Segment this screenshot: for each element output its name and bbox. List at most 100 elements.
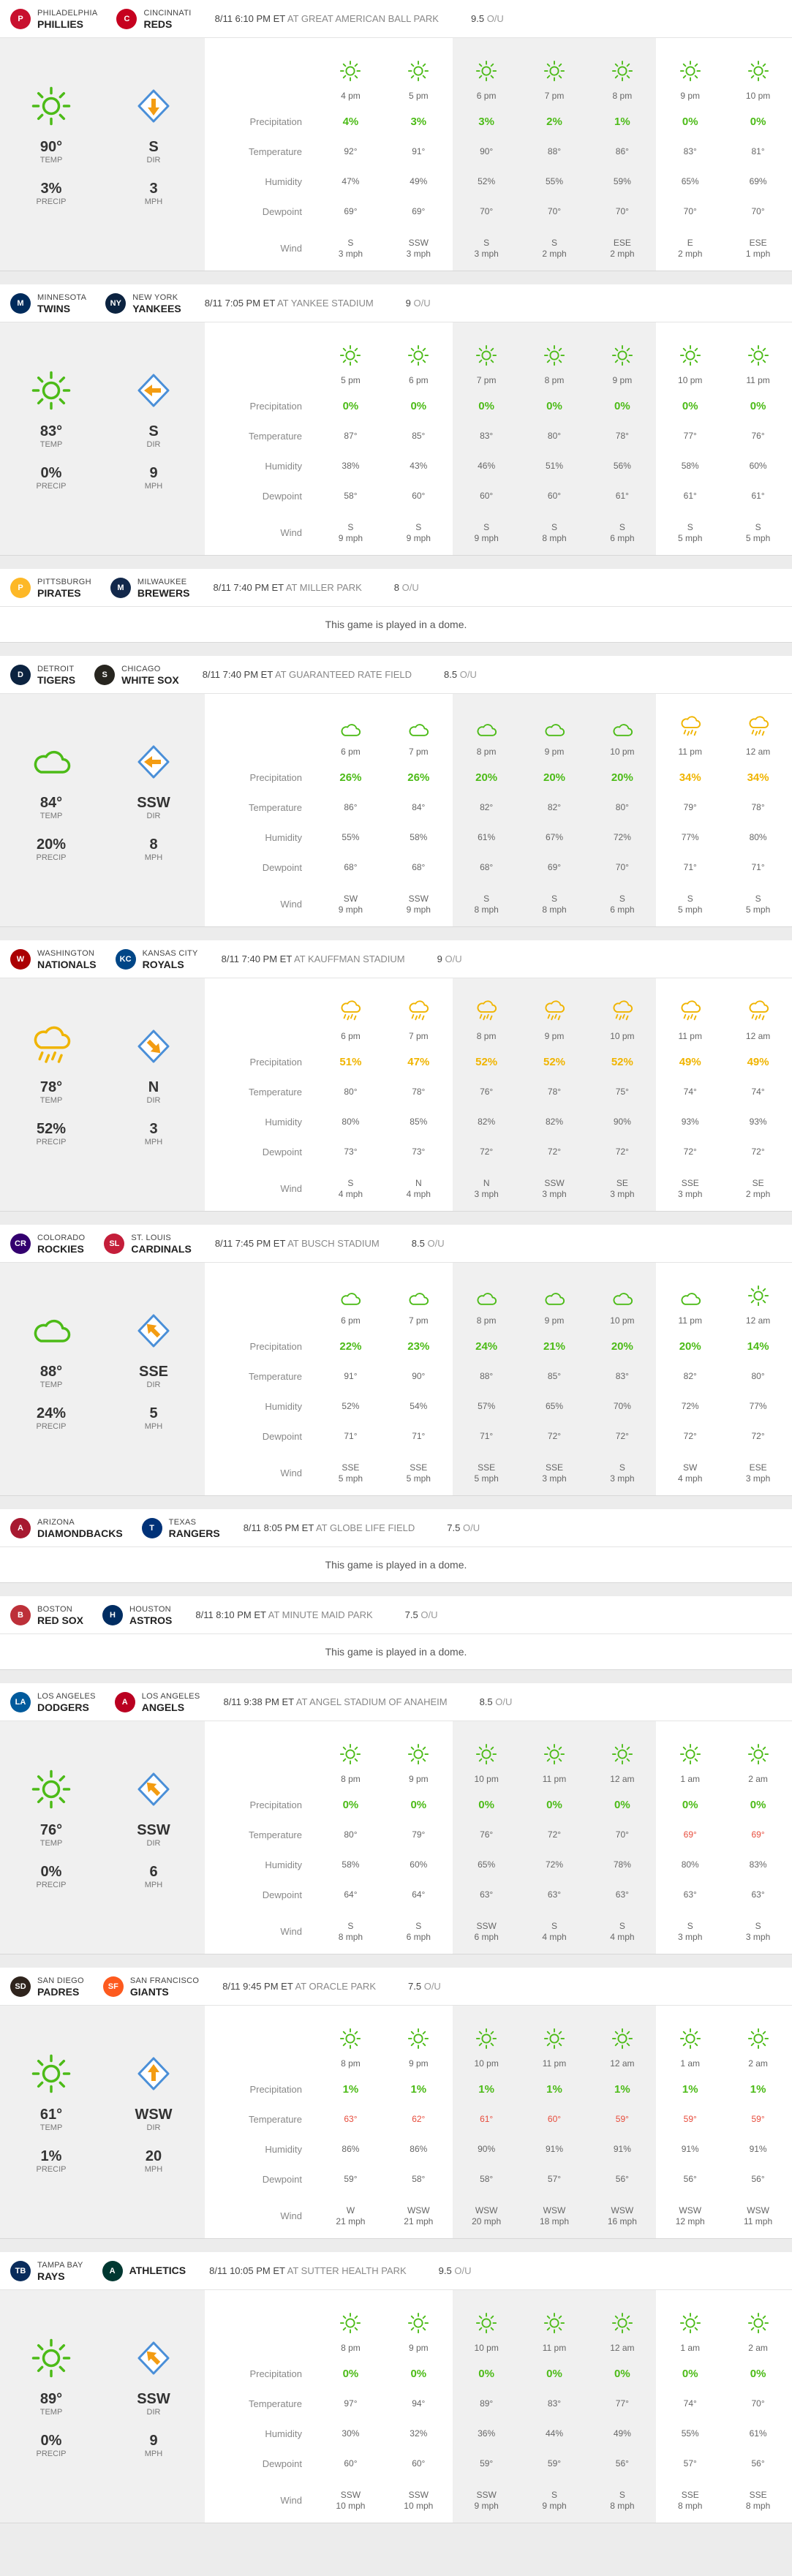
hour-humidity: 91% — [545, 2144, 564, 2154]
hour-temp: 61° — [480, 2114, 494, 2124]
cloud-icon — [11, 1311, 91, 1351]
away-team-city: Colorado — [37, 1233, 86, 1242]
home-team[interactable]: SF San Francisco Giants — [102, 1976, 199, 1998]
home-team[interactable]: M Milwaukee Brewers — [110, 577, 189, 599]
away-team[interactable]: W Washington Nationals — [10, 948, 97, 970]
hour-time: 12 am — [745, 1315, 771, 1326]
hour-precip: 0% — [682, 400, 698, 412]
hour-temp: 90° — [480, 146, 494, 156]
dome-notice: This game is played in a dome. — [325, 1646, 467, 1658]
home-team-name: Royals — [142, 958, 184, 970]
away-team[interactable]: P Pittsburgh Pirates — [10, 577, 91, 599]
hour-humidity: 65% — [681, 176, 699, 186]
hour-time: 6 pm — [341, 1315, 361, 1326]
hour-wind: SSW 3 mph — [542, 1178, 567, 1199]
wind-direction-icon — [113, 742, 194, 782]
hour-precip: 20% — [475, 771, 498, 784]
home-team[interactable]: A Los Angeles Angels — [114, 1691, 200, 1713]
home-team[interactable]: C Cincinnati Reds — [116, 8, 191, 30]
hour-precip: 1% — [614, 116, 630, 128]
hour-wind: WSW 21 mph — [404, 2205, 434, 2226]
summary-wind-dir: N — [148, 1079, 159, 1095]
away-team-logo: P — [10, 8, 31, 29]
away-team[interactable]: TB Tampa Bay Rays — [10, 2260, 83, 2282]
hour-column: 1 am 0% 69° 80% 63° S3 mph — [656, 1721, 724, 1954]
sun-icon — [317, 2290, 385, 2337]
hour-humidity: 38% — [342, 461, 360, 471]
hour-precip: 4% — [342, 116, 359, 128]
dome-notice: This game is played in a dome. — [325, 1559, 467, 1571]
sun-icon — [453, 322, 521, 369]
cloud-icon — [453, 1263, 521, 1310]
sun-icon — [521, 2290, 589, 2337]
hour-humidity: 83% — [749, 1859, 767, 1870]
summary-wind-speed: 9 — [149, 2433, 158, 2449]
hour-temp: 59° — [751, 2114, 765, 2124]
away-team[interactable]: D Detroit Tigers — [10, 664, 75, 686]
hour-temp: 69° — [751, 1829, 765, 1840]
row-label-temperature: Temperature — [249, 431, 302, 442]
home-team[interactable]: T Texas Rangers — [141, 1517, 220, 1539]
hour-temp: 80° — [615, 802, 629, 812]
home-team[interactable]: A Athletics — [102, 2260, 186, 2281]
hour-column: 10 pm 20% 80° 72% 70° S6 mph — [588, 694, 657, 926]
home-team[interactable]: NY New York Yankees — [105, 292, 181, 314]
hour-temp: 87° — [344, 431, 358, 441]
hour-temp: 80° — [547, 431, 562, 441]
hour-precip: 0% — [682, 1799, 698, 1811]
hour-column: 11 pm 49% 74° 93% 72° SSE 3 mph — [656, 978, 724, 1211]
hour-temp: 74° — [683, 2398, 697, 2409]
hour-humidity: 47% — [342, 176, 360, 186]
hour-wind: N3 mph — [474, 1178, 499, 1199]
hour-precip: 0% — [750, 116, 766, 128]
game-card: B Boston Red Sox H Houston Astros 8/11 8:1… — [0, 1596, 792, 1670]
home-team[interactable]: KC Kansas City Royals — [115, 948, 198, 970]
hour-dewpoint: 71° — [412, 1431, 426, 1441]
summary-temp: 89° — [39, 2391, 63, 2407]
hour-wind: E2 mph — [678, 238, 703, 259]
away-team[interactable]: M Minnesota Twins — [10, 292, 86, 314]
hour-column: 10 pm 52% 75° 90% 72° SE 3 mph — [588, 978, 657, 1211]
hour-column: 9 pm 52% 78° 82% 72° SSW 3 mph — [520, 978, 589, 1211]
game-card: CR Colorado Rockies SL St. Louis Cardinals… — [0, 1225, 792, 1496]
hour-time: 8 pm — [476, 1315, 497, 1326]
home-team[interactable]: SL St. Louis Cardinals — [104, 1233, 192, 1255]
away-team[interactable]: A Arizona Diamondbacks — [10, 1517, 123, 1539]
hour-precip: 0% — [750, 2368, 766, 2380]
game-time: 8/11 9:38 PM ET at Angel Stadium of Anah… — [223, 1696, 448, 1707]
hour-precip: 0% — [410, 400, 427, 412]
away-team[interactable]: P Philadelphia Phillies — [10, 8, 97, 30]
wind-direction-icon — [113, 1311, 194, 1351]
hour-precip: 23% — [407, 1340, 430, 1353]
away-team[interactable]: B Boston Red Sox — [10, 1604, 83, 1626]
summary-wind-dir: SSW — [137, 795, 170, 811]
hour-wind: S3 mph — [338, 238, 363, 259]
game-header: B Boston Red Sox H Houston Astros 8/11 8:1… — [0, 1596, 792, 1634]
hour-dewpoint: 72° — [683, 1147, 697, 1157]
over-under: 8.5 O/U — [444, 669, 477, 680]
home-team-city: Texas — [168, 1517, 197, 1527]
away-team-name: Dodgers — [37, 1701, 89, 1713]
hour-humidity: 59% — [613, 176, 631, 186]
row-label-humidity: Humidity — [265, 176, 302, 187]
over-under: 9 O/U — [437, 953, 462, 964]
home-team[interactable]: H Houston Astros — [102, 1604, 172, 1626]
hour-dewpoint: 72° — [751, 1147, 765, 1157]
hour-wind: S5 mph — [678, 522, 703, 543]
hour-column: 2 am 0% 70° 61% 56° SSE 8 mph — [724, 2290, 792, 2523]
away-team-logo: SD — [10, 1976, 31, 1997]
away-team[interactable]: LA Los Angeles Dodgers — [10, 1691, 96, 1713]
hour-column: 6 pm 51% 80° 80% 73° S4 mph — [317, 978, 385, 1211]
hour-time: 5 pm — [408, 91, 429, 101]
hour-dewpoint: 72° — [751, 1431, 765, 1441]
hour-dewpoint: 68° — [412, 862, 426, 872]
away-team[interactable]: CR Colorado Rockies — [10, 1233, 85, 1255]
sun-icon — [11, 2338, 91, 2378]
hour-dewpoint: 68° — [480, 862, 494, 872]
away-team[interactable]: SD San Diego Padres — [10, 1976, 84, 1998]
hour-humidity: 86% — [342, 2144, 360, 2154]
home-team[interactable]: S Chicago White Sox — [94, 664, 179, 686]
weather-summary: 84° TEMP 20% PRECIP SSW DIR 8 MPH — [0, 694, 205, 926]
summary-wind-dir: SSE — [138, 1364, 169, 1380]
hour-time: 9 pm — [408, 1774, 429, 1784]
